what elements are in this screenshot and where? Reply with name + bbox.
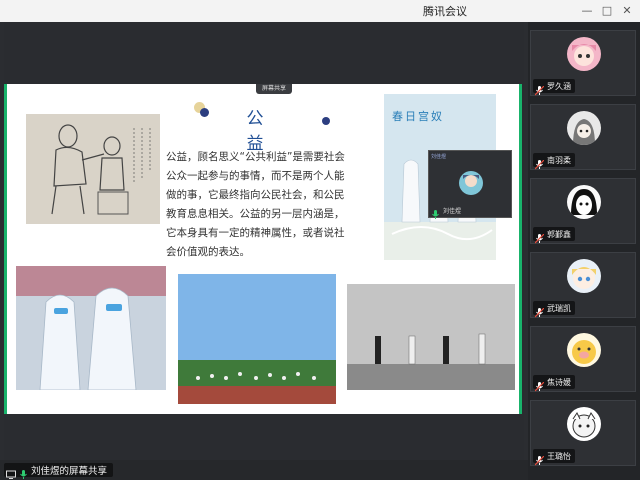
mic-icon — [534, 81, 545, 96]
participant-name: 武瑞凯 — [547, 303, 571, 313]
overlay-name-bar: 刘佳煜 — [431, 205, 462, 219]
participant-tile[interactable]: 王璐怡 — [530, 400, 636, 466]
overlay-avatar — [459, 171, 483, 195]
participant-tile[interactable]: 南羽柔 — [530, 104, 636, 170]
mic-icon — [431, 205, 440, 219]
participant-name-bar: 郭鄞鑫 — [533, 227, 575, 244]
participant-tile[interactable]: 郭鄞鑫 — [530, 178, 636, 244]
mic-icon — [534, 155, 545, 170]
sketch-illustration — [26, 114, 160, 224]
overlay-title: 刘佳煜 — [431, 154, 447, 160]
mic-icon — [534, 229, 545, 244]
slide-title: 公 益 — [246, 109, 266, 154]
slide-edge-right — [519, 84, 522, 414]
mic-icon — [534, 303, 545, 318]
medical-workers-photo — [16, 266, 166, 390]
field-exercise-photo — [178, 274, 336, 404]
wall-performers-photo — [347, 284, 515, 390]
participant-tile[interactable]: 焦诗媛 — [530, 326, 636, 392]
screen-share-text: 刘佳煜的屏幕共享 — [31, 466, 108, 477]
mic-icon — [534, 451, 545, 466]
participant-name: 焦诗媛 — [547, 377, 571, 387]
participant-name-bar: 焦诗媛 — [533, 375, 575, 392]
yellow-pig-avatar-icon — [567, 333, 601, 367]
bottom-status-bar: 刘佳煜的屏幕共享 — [0, 460, 528, 480]
decor-dot-navy — [200, 108, 209, 117]
poster-caption: 春日宫奴 — [392, 110, 444, 123]
pink-anime-avatar-icon — [567, 37, 601, 71]
screen-share-icon — [6, 465, 16, 479]
mic-icon — [534, 377, 545, 392]
participant-name-bar: 武瑞凯 — [533, 301, 575, 318]
participant-name: 南羽柔 — [547, 155, 571, 165]
floating-video-window[interactable]: 刘佳煜 刘佳煜 — [428, 150, 512, 219]
title-bar: 腾讯会议 — □ ✕ — [0, 0, 640, 22]
mic-icon — [19, 465, 28, 479]
participant-name-bar: 南羽柔 — [533, 153, 575, 170]
decor-dot-navy-right — [322, 117, 330, 125]
participant-tile[interactable]: 武瑞凯 — [530, 252, 636, 318]
participant-name: 郭鄞鑫 — [547, 229, 571, 239]
window-title: 腾讯会议 — [423, 5, 467, 18]
participant-name: 王璐怡 — [547, 451, 571, 461]
grey-hood-avatar-icon — [567, 111, 601, 145]
white-pup-avatar-icon — [567, 407, 601, 441]
maximize-icon[interactable]: □ — [600, 4, 614, 18]
slide-body-text: 公益，顾名思义“公共利益”是需要社会公众一起参与的事情，而不是两个人能做的事，它… — [166, 151, 345, 258]
screen-share-label[interactable]: 刘佳煜的屏幕共享 — [4, 463, 114, 479]
overlay-label: 刘佳煜 — [443, 207, 462, 215]
slide-edge-left — [4, 84, 7, 414]
close-icon[interactable]: ✕ — [620, 4, 634, 18]
blonde-chibi-avatar-icon — [567, 259, 601, 293]
participant-name-bar: 王璐怡 — [533, 449, 575, 466]
participant-name-bar: 罗久涵 — [533, 79, 575, 96]
presentation-slide: 屏幕共享 公 益 公益，顾名思义“公共利益”是需要社会公众一起参与的事情，而不是… — [4, 84, 522, 414]
participant-name: 罗久涵 — [547, 81, 571, 91]
participant-tile[interactable]: 罗久涵 — [530, 30, 636, 96]
minimize-icon[interactable]: — — [580, 4, 594, 18]
screen-share-tag[interactable]: 屏幕共享 — [256, 84, 293, 94]
sketch-face-avatar-icon — [567, 185, 601, 219]
participant-panel: 罗久涵 南羽柔 郭鄞鑫 武瑞凯 焦诗媛 王璐怡 — [528, 22, 640, 480]
